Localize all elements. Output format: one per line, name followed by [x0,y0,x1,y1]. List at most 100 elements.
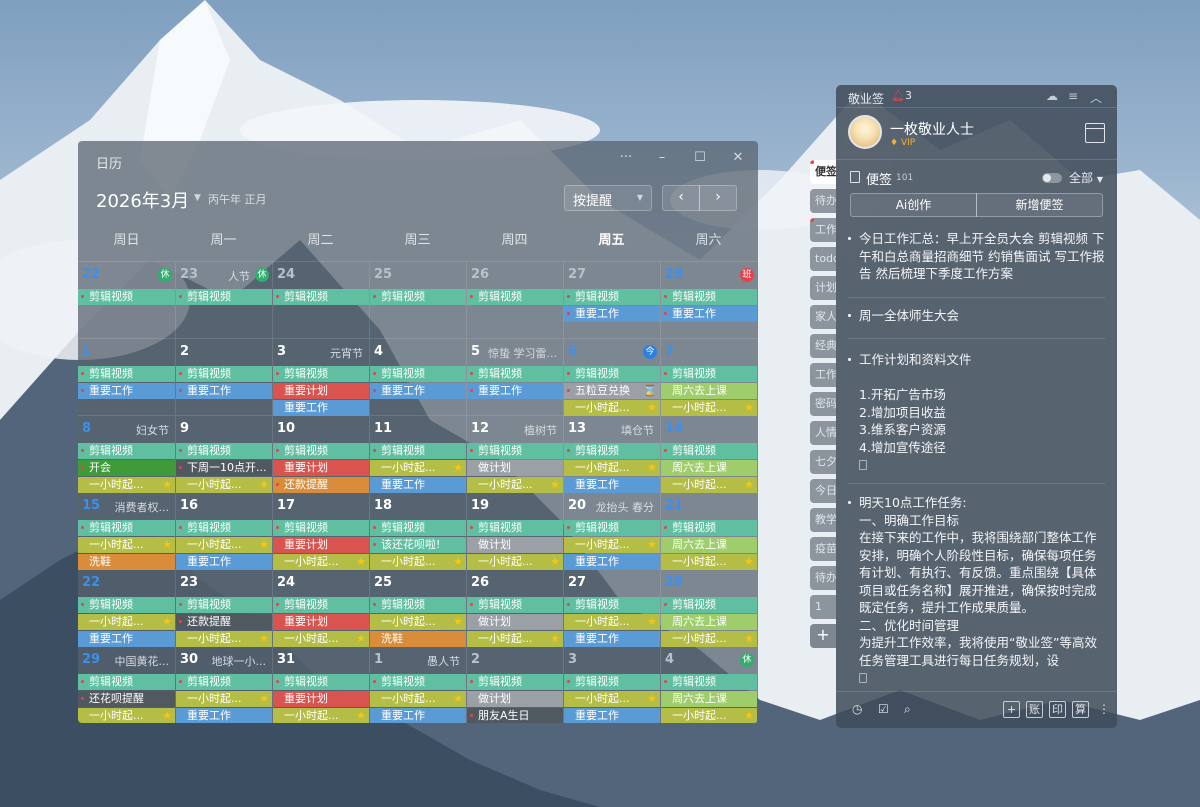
calendar-event[interactable]: 剪辑视频 [273,597,369,613]
calendar-event[interactable]: 一小时起... ★ [564,614,660,630]
account-button[interactable]: 账 [1026,701,1043,718]
calendar-event[interactable]: 剪辑视频 [564,597,660,613]
calendar-day-cell[interactable]: 25 剪辑视频 [369,262,466,338]
calendar-day-cell[interactable]: 12 植树节 剪辑视频 做计划 一小时起... ★ [466,416,563,493]
calendar-day-cell[interactable]: 23 剪辑视频 还款提醒 一小时起... ★ [175,570,272,647]
category-tab[interactable]: todo [810,247,836,271]
category-tab[interactable]: 经典 [810,334,836,358]
minimize-icon[interactable]: – [652,150,672,165]
calendar-day-cell[interactable]: 22 休剪辑视频 [78,262,175,338]
calendar-event[interactable]: 剪辑视频 [370,520,466,536]
calendar-day-cell[interactable]: 19 剪辑视频 做计划 一小时起... ★ [466,493,563,570]
calendar-day-cell[interactable]: 21 剪辑视频 周六去上课 一小时起... ★ [660,493,757,570]
calendar-event[interactable]: 周六去上课 [661,691,757,707]
calendar-event[interactable]: 剪辑视频 [273,289,369,305]
calendar-event[interactable]: 重要计划 [273,460,369,476]
calendar-event[interactable]: 一小时起... ★ [661,631,757,647]
calendar-icon[interactable] [1085,123,1105,143]
calendar-event[interactable]: 剪辑视频 [564,289,660,305]
calendar-event[interactable]: 剪辑视频 [273,443,369,459]
calendar-event[interactable]: 一小时起... ★ [370,460,466,476]
calendar-event[interactable]: 周六去上课 [661,460,757,476]
calendar-event[interactable]: 剪辑视频 [661,289,757,305]
calendar-event[interactable]: 剪辑视频 [564,366,660,382]
calendar-day-cell[interactable]: 4 剪辑视频 重要工作 [369,339,466,415]
calendar-day-cell[interactable]: 26 剪辑视频 做计划 一小时起... ★ [466,570,563,647]
attachment-icon[interactable] [859,673,867,683]
calendar-event[interactable]: 重要计划 [273,614,369,630]
calendar-event[interactable]: 一小时起... ★ [273,554,369,570]
note-item[interactable]: 今日工作汇总：早上开全员大会 剪辑视频 下午和白总商量招商细节 约销售面试 写工… [848,230,1106,283]
calendar-event[interactable]: 剪辑视频 [273,520,369,536]
calendar-event[interactable]: 重要工作 [370,383,466,399]
calendar-event[interactable]: 剪辑视频 [176,520,272,536]
calendar-event[interactable]: 一小时起... ★ [564,460,660,476]
calendar-event[interactable]: 重要工作 [176,383,272,399]
calendar-event[interactable]: 一小时起... ★ [661,554,757,570]
calendar-day-cell[interactable]: 30 地球一小... 剪辑视频 一小时起... ★ 重要工作 [175,647,272,723]
close-icon[interactable]: ✕ [728,150,748,165]
calendar-event[interactable]: 重要工作 [78,383,175,399]
category-tab[interactable]: 待办 [810,189,836,213]
calendar-event[interactable]: 洗鞋 [370,631,466,647]
calendar-event[interactable]: 剪辑视频 [564,443,660,459]
calendar-day-cell[interactable]: 16 剪辑视频 一小时起... ★ 重要工作 [175,493,272,570]
calendar-event[interactable]: 一小时起... ★ [467,631,563,647]
ai-create-button[interactable]: Ai创作 [850,193,977,217]
calendar-event[interactable]: 重要工作 [370,477,466,493]
calendar-event[interactable]: 一小时起... ★ [176,631,272,647]
calendar-event[interactable]: 剪辑视频 [661,366,757,382]
remind-filter-select[interactable]: 按提醒 ▼ [564,185,652,211]
calendar-event[interactable]: 做计划 [467,614,563,630]
calendar-day-cell[interactable]: 27 剪辑视频 重要工作 [563,262,660,338]
calendar-event[interactable]: 一小时起... ★ [176,537,272,553]
calendar-day-cell[interactable]: 29 中国黄花... 剪辑视频 还花呗提醒 一小时起... ★ [78,647,175,723]
calendar-day-cell[interactable]: 10 剪辑视频 重要计划 还款提醒 [272,416,369,493]
filter-dropdown[interactable]: 全部 ▼ [1069,169,1103,186]
calendar-event[interactable]: 一小时起... ★ [78,477,175,493]
calendar-event[interactable]: 剪辑视频 [370,366,466,382]
clock-icon[interactable]: ◷ [852,702,862,716]
calendar-day-cell[interactable]: 1 剪辑视频 重要工作 [78,339,175,415]
collapse-icon[interactable]: ︿ [1090,89,1102,106]
calendar-day-cell[interactable]: 6 今剪辑视频 五粒豆兑换 ⌛ 一小时起... ★ [563,339,660,416]
calendar-event[interactable]: 一小时起... ★ [564,691,660,707]
calendar-day-cell[interactable]: 13 填仓节 剪辑视频 一小时起... ★ 重要工作 [563,416,660,493]
calendar-event[interactable]: 重要工作 [564,554,660,570]
more-vertical-icon[interactable]: ⋮ [1098,702,1110,716]
category-tab[interactable]: 教学 [810,508,836,532]
calendar-day-cell[interactable]: 28 班剪辑视频 重要工作 [660,262,757,338]
cloud-sync-icon[interactable]: ☁ [1046,89,1058,103]
calendar-event[interactable]: 重要工作 [564,631,660,647]
calendar-day-cell[interactable]: 1 愚人节 剪辑视频 一小时起... ★ 重要工作 [369,647,466,723]
new-note-button[interactable]: 新增便签 [976,193,1103,217]
calendar-event[interactable]: 重要工作 [273,400,369,416]
category-tab[interactable]: 七夕 [810,450,836,474]
calendar-day-cell[interactable]: 23 人节休剪辑视频 [175,262,272,338]
calendar-event[interactable]: 周六去上课 [661,537,757,553]
calendar-event[interactable]: 一小时起... ★ [78,614,175,630]
calendar-event[interactable]: 一小时起... ★ [176,691,272,707]
calendar-event[interactable]: 做计划 [467,691,563,707]
calendar-day-cell[interactable]: 22 剪辑视频 一小时起... ★ 重要工作 [78,570,175,647]
calendar-event[interactable]: 剪辑视频 [176,366,272,382]
calendar-event[interactable]: 一小时起... ★ [661,477,757,493]
category-tab[interactable]: 家人 [810,305,836,329]
menu-icon[interactable]: ≡ [1068,89,1078,103]
notification-bell[interactable]: 🔔︎3 [891,89,912,102]
calendar-event[interactable]: 重要计划 [273,383,369,399]
calendar-event[interactable]: 还款提醒 [273,477,369,493]
calendar-day-cell[interactable]: 17 剪辑视频 重要计划 一小时起... ★ [272,493,369,570]
calendar-day-cell[interactable]: 24 剪辑视频 重要计划 一小时起... ★ [272,570,369,647]
calendar-event[interactable]: 洗鞋 [78,554,175,570]
calculator-button[interactable]: 算 [1072,701,1089,718]
calendar-event[interactable]: 重要工作 [661,306,757,322]
calendar-day-cell[interactable]: 7 剪辑视频 周六去上课 一小时起... ★ [660,339,757,416]
calendar-event[interactable]: 剪辑视频 [273,366,369,382]
calendar-event[interactable]: 一小时起... ★ [467,477,563,493]
calendar-event[interactable]: 剪辑视频 [467,366,563,382]
calendar-event[interactable]: 重要工作 [564,708,660,723]
calendar-event[interactable]: 周六去上课 [661,614,757,630]
category-tab[interactable]: 1 [810,595,836,619]
calendar-event[interactable]: 剪辑视频 [78,674,175,690]
